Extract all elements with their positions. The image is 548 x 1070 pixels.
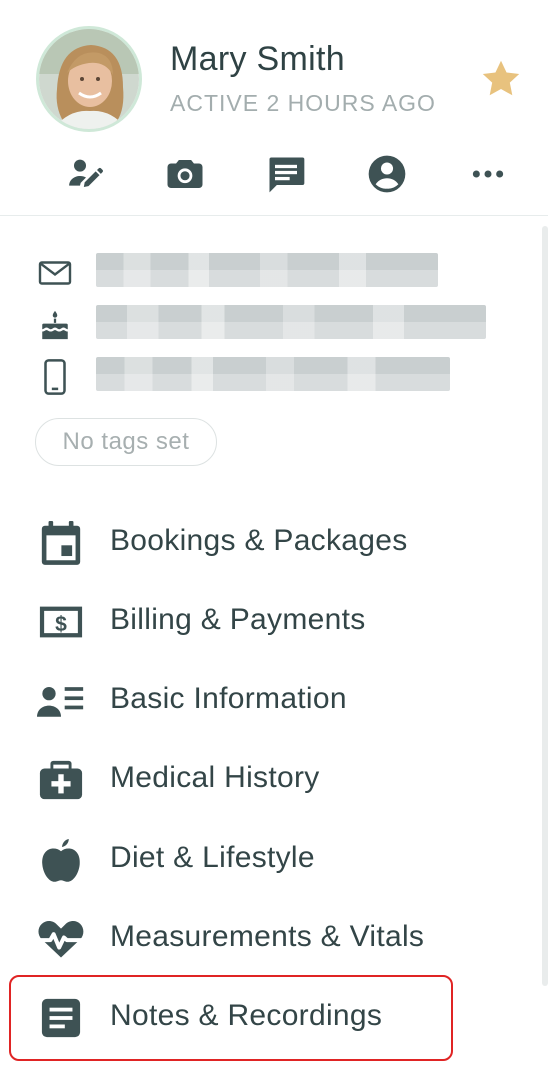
calendar-icon	[36, 520, 86, 566]
birthday-row	[36, 305, 496, 345]
message-icon[interactable]	[263, 152, 309, 196]
apple-icon	[36, 837, 86, 883]
menu-item-label: Billing & Payments	[110, 603, 366, 636]
more-horizontal-icon[interactable]	[465, 152, 511, 196]
patient-name: Mary Smith	[170, 40, 345, 78]
menu-item-label: Medical History	[110, 761, 320, 794]
avatar[interactable]	[36, 26, 142, 132]
menu-item-label: Bookings & Packages	[110, 524, 408, 557]
phone-row	[36, 357, 496, 397]
user-list-icon	[36, 678, 86, 724]
camera-icon[interactable]	[162, 152, 208, 196]
menu-item-label: Diet & Lifestyle	[110, 841, 315, 874]
birthday-value-redacted	[96, 305, 486, 339]
profile-header: Mary Smith ACTIVE 2 HOURS AGO	[0, 0, 548, 216]
edit-user-icon[interactable]	[62, 152, 108, 196]
account-circle-icon[interactable]	[364, 152, 410, 196]
birthday-cake-icon	[36, 307, 74, 343]
last-active-status: ACTIVE 2 HOURS AGO	[170, 90, 436, 116]
scrollbar[interactable]	[542, 226, 548, 986]
menu-item-diet-lifestyle[interactable]: Diet & Lifestyle	[24, 827, 504, 891]
phone-value-redacted	[96, 357, 450, 391]
email-icon	[36, 255, 74, 291]
menu-item-bookings[interactable]: Bookings & Packages	[24, 510, 504, 574]
menu-item-label: Measurements & Vitals	[110, 920, 425, 953]
selection-highlight	[9, 975, 453, 1061]
menu-item-label: Basic Information	[110, 682, 347, 715]
tags-empty-chip[interactable]: No tags set	[35, 418, 217, 466]
quick-actions-bar	[0, 152, 548, 196]
star-icon[interactable]	[478, 56, 524, 102]
menu-item-medical-history[interactable]: Medical History	[24, 747, 504, 811]
phone-icon	[36, 359, 74, 395]
menu-item-billing[interactable]: $ Billing & Payments	[24, 589, 504, 653]
heart-pulse-icon	[36, 916, 86, 962]
menu-item-measurements-vitals[interactable]: Measurements & Vitals	[24, 906, 504, 970]
email-value-redacted	[96, 253, 438, 287]
email-row	[36, 253, 496, 293]
menu-item-basic-info[interactable]: Basic Information	[24, 668, 504, 732]
medical-kit-icon	[36, 757, 86, 803]
dollar-bill-icon: $	[36, 599, 86, 645]
svg-text:$: $	[55, 613, 67, 636]
